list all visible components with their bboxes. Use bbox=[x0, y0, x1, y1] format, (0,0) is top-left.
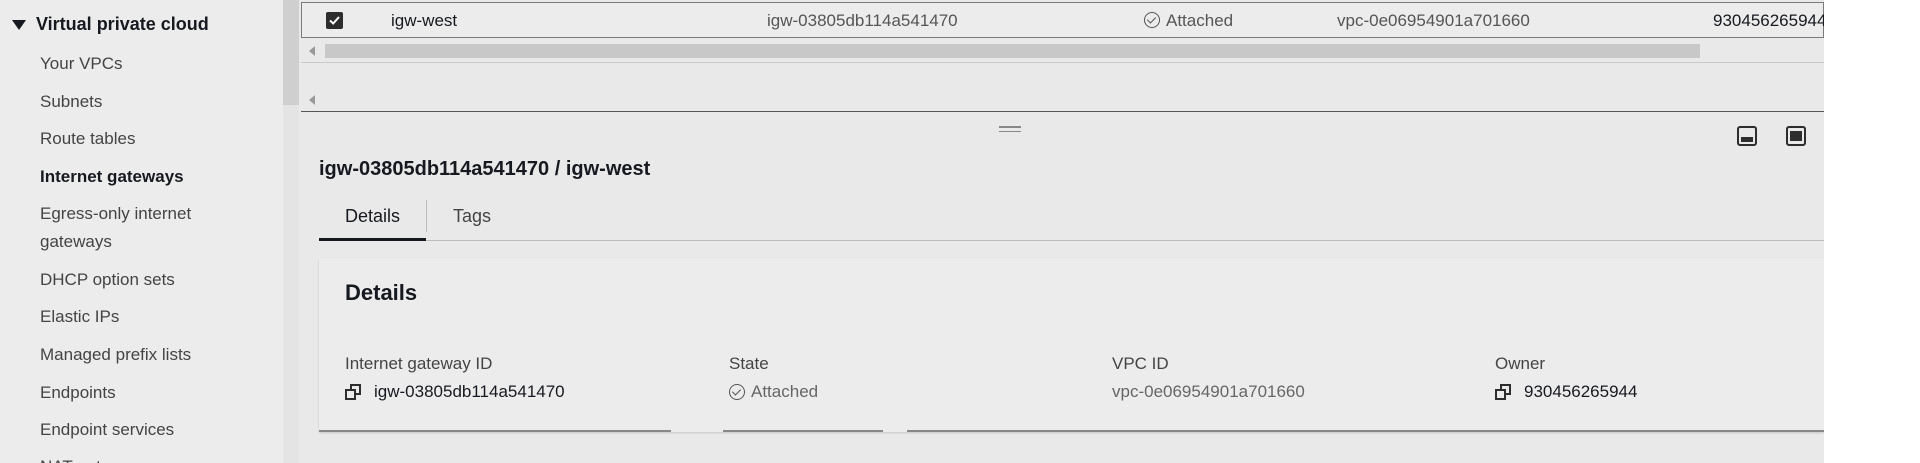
table-scrollbar-thumb[interactable] bbox=[325, 44, 1700, 58]
sidebar-item-nat-gateways[interactable]: NAT gateways bbox=[40, 455, 149, 463]
field-label: Internet gateway ID bbox=[345, 354, 493, 373]
sidebar-section-label: Virtual private cloud bbox=[36, 14, 209, 34]
row-state-text: Attached bbox=[1166, 11, 1234, 30]
field-label: State bbox=[729, 354, 769, 373]
row-vpc-cell[interactable]: vpc-0e06954901a701660 bbox=[1337, 11, 1530, 31]
caret-down-icon bbox=[12, 19, 26, 30]
check-circle-icon bbox=[729, 384, 745, 400]
sidebar-item-egress-only-internet-gateways[interactable]: Egress-only internet bbox=[40, 202, 191, 226]
copy-icon[interactable] bbox=[1495, 383, 1512, 401]
sidebar-item-dhcp-option-sets[interactable]: DHCP option sets bbox=[40, 268, 175, 292]
sidebar-section-virtual-private-cloud[interactable]: Virtual private cloud bbox=[12, 14, 209, 35]
tab-tags[interactable]: Tags bbox=[427, 204, 517, 238]
sidebar-item-internet-gateways[interactable]: Internet gateways bbox=[40, 165, 184, 189]
field-value: Attached bbox=[729, 382, 818, 402]
divider bbox=[907, 430, 1824, 432]
checkmark-icon bbox=[329, 16, 340, 25]
sidebar-item-route-tables[interactable]: Route tables bbox=[40, 127, 135, 151]
divider bbox=[319, 430, 671, 432]
field-value: 930456265944 bbox=[1495, 382, 1637, 402]
field-label: Owner bbox=[1495, 354, 1546, 373]
split-panel-bottom-icon[interactable] bbox=[1737, 126, 1757, 146]
owner-value: 930456265944 bbox=[1524, 382, 1638, 401]
sidebar: Virtual private cloud Your VPCs Subnets … bbox=[0, 0, 283, 463]
table-empty-area bbox=[301, 62, 1824, 112]
sidebar-item-your-vpcs[interactable]: Your VPCs bbox=[40, 52, 123, 76]
row-checkbox[interactable] bbox=[326, 12, 343, 29]
igw-id-value: igw-03805db114a541470 bbox=[374, 382, 565, 401]
split-panel-side-icon[interactable] bbox=[1786, 126, 1806, 146]
sidebar-item-endpoints[interactable]: Endpoints bbox=[40, 381, 116, 405]
copy-icon[interactable] bbox=[345, 383, 362, 401]
field-vpc-id: VPC ID vpc-0e06954901a701660 bbox=[1112, 354, 1305, 402]
row-id-cell[interactable]: igw-03805db114a541470 bbox=[767, 11, 958, 31]
page-margin bbox=[1824, 0, 1920, 463]
row-owner-cell: 930456265944 bbox=[1713, 11, 1827, 30]
scroll-left-arrow-icon[interactable] bbox=[309, 46, 315, 56]
detail-tabs: Details Tags bbox=[319, 198, 1824, 241]
sidebar-item-elastic-ips[interactable]: Elastic IPs bbox=[40, 305, 119, 329]
field-internet-gateway-id: Internet gateway ID igw-03805db114a54147… bbox=[345, 354, 565, 402]
row-name-cell[interactable]: igw-west bbox=[391, 11, 457, 31]
sidebar-item-managed-prefix-lists[interactable]: Managed prefix lists bbox=[40, 343, 191, 367]
vpc-id-value[interactable]: vpc-0e06954901a701660 bbox=[1112, 382, 1305, 402]
sidebar-item-egress-only-internet-gateways-line2[interactable]: gateways bbox=[40, 230, 112, 254]
sidebar-scrollbar-thumb[interactable] bbox=[283, 0, 299, 105]
tab-details[interactable]: Details bbox=[319, 204, 427, 241]
details-card: Details Internet gateway ID igw-03805db1… bbox=[319, 258, 1824, 432]
field-value: igw-03805db114a541470 bbox=[345, 382, 565, 402]
divider bbox=[723, 430, 883, 432]
state-value: Attached bbox=[751, 382, 819, 401]
table-horizontal-scrollbar[interactable] bbox=[301, 40, 1824, 60]
field-owner: Owner 930456265944 bbox=[1495, 354, 1637, 402]
main-content: igw-west igw-03805db114a541470 Attached … bbox=[299, 0, 1827, 463]
table-row[interactable]: igw-west igw-03805db114a541470 Attached … bbox=[301, 2, 1827, 38]
detail-title: igw-03805db114a541470 / igw-west bbox=[319, 158, 651, 180]
details-card-title: Details bbox=[345, 280, 418, 305]
scroll-left-arrow-icon[interactable] bbox=[309, 95, 315, 105]
split-panel-resize-handle[interactable] bbox=[999, 126, 1021, 134]
field-label: VPC ID bbox=[1112, 354, 1169, 373]
row-state-cell: Attached bbox=[1144, 11, 1233, 31]
sidebar-item-endpoint-services[interactable]: Endpoint services bbox=[40, 418, 174, 442]
sidebar-item-subnets[interactable]: Subnets bbox=[40, 90, 102, 114]
sidebar-scrollbar[interactable] bbox=[283, 0, 299, 463]
field-state: State Attached bbox=[729, 354, 818, 402]
check-circle-icon bbox=[1144, 12, 1160, 28]
